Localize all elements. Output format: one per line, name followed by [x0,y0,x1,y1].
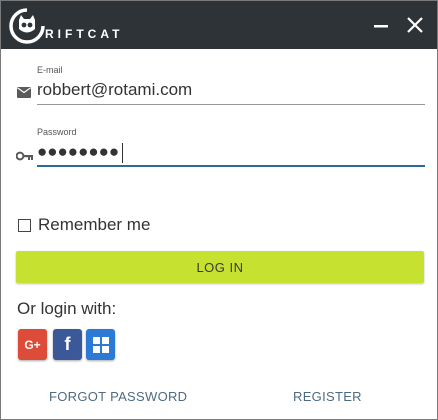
windows-login-button[interactable] [86,329,115,360]
riftcat-logo-icon [7,6,47,46]
close-icon [407,17,423,33]
email-underline [37,104,425,105]
google-plus-icon: G+ [24,337,41,352]
remember-me-label: Remember me [38,215,151,234]
close-button[interactable] [401,11,429,39]
register-link[interactable]: REGISTER [293,389,362,404]
facebook-icon: f [64,334,71,354]
text-caret [122,143,123,163]
password-underline [37,165,425,167]
minimize-button[interactable] [367,11,395,39]
google-login-button[interactable]: G+ [18,329,47,360]
login-window: RIFTCAT E-mail Password ●●●●●●●● [0,0,438,420]
facebook-login-button[interactable]: f [53,329,82,360]
brand-name: RIFTCAT [45,27,124,41]
key-icon [15,148,34,166]
envelope-icon [17,85,31,103]
remember-me-toggle[interactable]: Remember me [18,215,150,235]
email-label: E-mail [37,65,63,75]
social-login-heading: Or login with: [17,299,117,318]
email-input[interactable] [37,79,425,101]
password-input[interactable]: ●●●●●●●● [37,142,119,164]
password-label: Password [37,127,77,137]
login-button[interactable]: LOG IN [16,251,424,283]
forgot-password-link[interactable]: FORGOT PASSWORD [49,389,187,404]
windows-icon [92,336,109,353]
title-bar[interactable]: RIFTCAT [1,1,437,49]
remember-me-checkbox[interactable] [18,218,31,232]
minimize-icon [374,25,388,28]
